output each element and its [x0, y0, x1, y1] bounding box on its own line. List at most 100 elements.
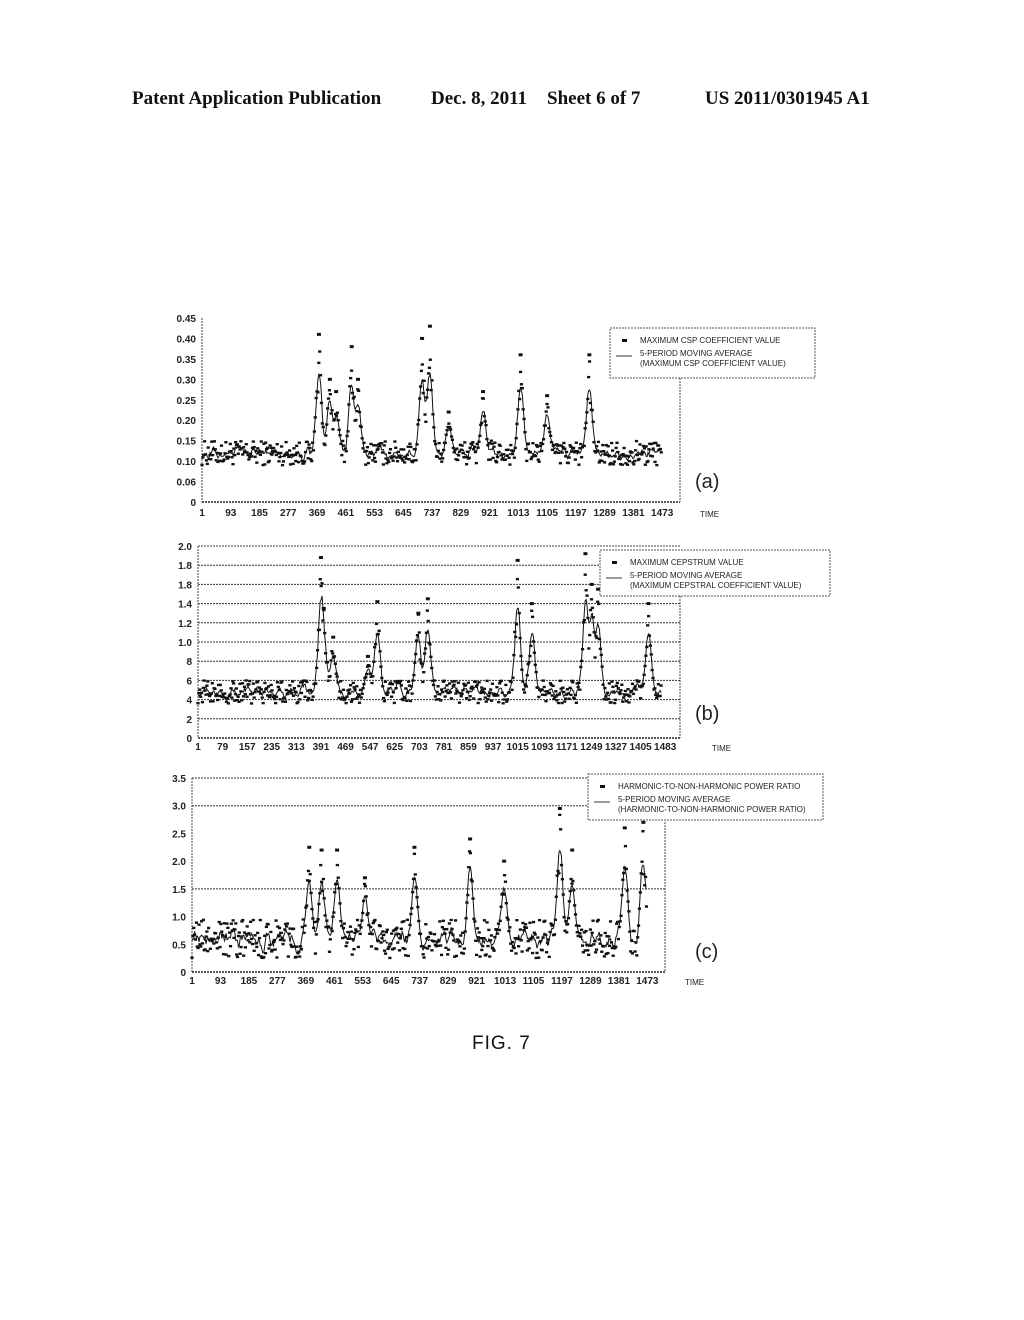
data-point: [385, 928, 389, 931]
data-point: [203, 453, 208, 456]
data-point: [351, 681, 355, 685]
data-point: [264, 441, 268, 444]
data-point: [621, 878, 625, 881]
data-point: [327, 389, 332, 392]
data-point: [530, 609, 534, 612]
data-point: [489, 439, 493, 442]
data-point: [491, 456, 495, 460]
data-point: [496, 922, 501, 925]
data-point: [269, 930, 273, 934]
data-point: [541, 438, 546, 441]
data-point: [213, 687, 217, 691]
data-point: [518, 636, 522, 640]
data-point: [477, 681, 481, 684]
data-point: [296, 700, 300, 704]
data-point: [464, 683, 468, 687]
data-point: [359, 926, 363, 929]
data-point: [485, 679, 489, 683]
data-point: [426, 388, 430, 391]
data-point: [623, 844, 628, 848]
peak-point: [518, 353, 523, 357]
data-point: [498, 444, 502, 447]
data-point: [483, 420, 487, 423]
data-point: [606, 445, 610, 448]
x-tick-label: 1473: [651, 508, 674, 519]
data-point: [435, 690, 439, 694]
data-point: [395, 460, 400, 463]
data-point: [525, 459, 529, 463]
x-tick-label: 277: [280, 508, 297, 519]
data-point: [372, 660, 376, 663]
data-point: [584, 589, 588, 592]
data-point: [357, 389, 361, 392]
data-point: [561, 686, 565, 689]
data-point: [207, 926, 211, 930]
y-tick-label: 2.0: [172, 857, 186, 868]
data-point: [211, 453, 215, 457]
data-point: [601, 443, 605, 447]
data-point: [533, 454, 538, 458]
data-point: [530, 615, 535, 619]
data-point: [554, 690, 558, 693]
data-point: [326, 679, 330, 682]
y-tick-label: 1.2: [178, 619, 192, 630]
data-point: [236, 695, 240, 698]
data-point: [357, 693, 361, 696]
data-point: [450, 927, 454, 931]
data-point: [624, 867, 628, 871]
data-point: [637, 680, 641, 683]
data-point: [373, 642, 378, 646]
data-point: [266, 923, 270, 926]
data-point: [358, 932, 362, 935]
data-point: [594, 948, 599, 951]
patent-number: US 2011/0301945 A1: [705, 88, 870, 109]
data-point: [415, 896, 419, 899]
x-tick-label: 93: [225, 508, 237, 519]
data-point: [315, 666, 319, 670]
data-point: [482, 414, 486, 418]
data-point: [472, 445, 477, 449]
data-point: [417, 418, 421, 422]
data-point: [214, 932, 218, 935]
data-point: [475, 927, 480, 930]
data-point: [394, 687, 398, 690]
data-point: [630, 451, 634, 454]
panel-label: (a): [695, 471, 719, 493]
data-point: [229, 922, 234, 925]
data-point: [543, 919, 547, 923]
data-point: [281, 942, 285, 946]
data-point: [539, 688, 544, 692]
data-point: [558, 679, 562, 683]
data-point: [291, 694, 296, 697]
data-point: [562, 441, 566, 445]
data-point: [574, 701, 578, 704]
x-tick-label: 1249: [580, 742, 603, 753]
data-point: [560, 878, 564, 881]
data-point: [546, 406, 550, 409]
data-point: [379, 665, 383, 668]
data-point: [366, 912, 370, 915]
data-point: [455, 447, 459, 450]
peak-point: [427, 324, 432, 328]
data-point: [307, 696, 311, 700]
data-point: [282, 939, 286, 942]
data-point: [310, 907, 314, 911]
data-point: [200, 942, 205, 945]
data-point: [420, 363, 424, 366]
data-point: [544, 933, 548, 936]
data-point: [464, 463, 469, 466]
data-point: [521, 408, 525, 411]
x-tick-label: 1093: [531, 742, 554, 753]
x-tick-label: 1327: [605, 742, 628, 753]
data-point: [449, 435, 454, 438]
peak-point: [365, 654, 370, 658]
data-point: [647, 448, 651, 451]
data-point: [279, 451, 283, 455]
data-point: [531, 920, 536, 924]
data-point: [465, 690, 470, 694]
x-tick-label: 93: [215, 976, 227, 987]
data-point: [391, 459, 395, 462]
data-point: [386, 691, 390, 694]
peak-point: [545, 394, 550, 398]
data-point: [538, 918, 542, 922]
